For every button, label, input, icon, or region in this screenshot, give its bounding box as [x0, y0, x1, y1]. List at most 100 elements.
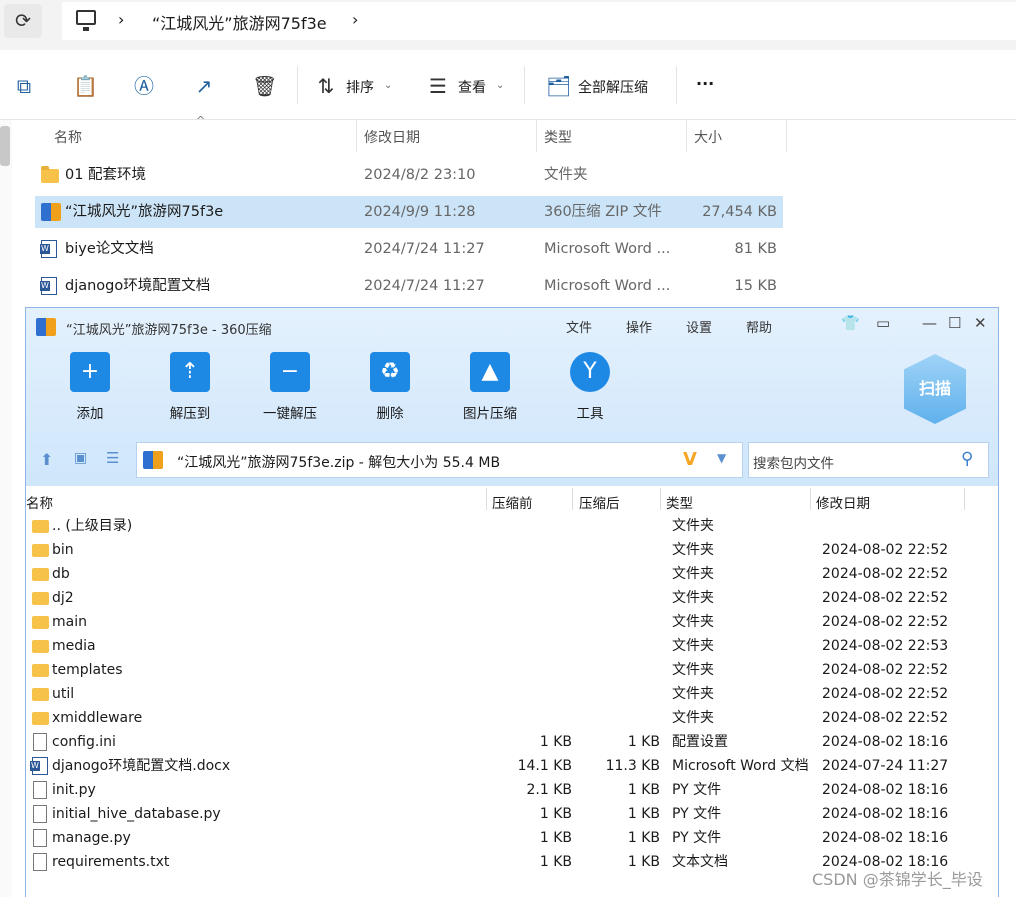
- archive-size-after: 11.3 KB: [605, 758, 660, 774]
- breadcrumb-folder[interactable]: “江城风光”旅游网75f3e: [152, 10, 327, 34]
- inner-header-after[interactable]: 压缩后: [579, 492, 620, 512]
- delete-button[interactable]: ♻ 删除: [340, 352, 440, 422]
- path-input[interactable]: “江城风光”旅游网75f3e.zip - 解包大小为 55.4 MB V ▼: [136, 442, 743, 478]
- column-divider[interactable]: [536, 120, 537, 152]
- menu-operate[interactable]: 操作: [626, 317, 652, 336]
- column-header-name[interactable]: 名称: [54, 127, 82, 147]
- add-button-label: 添加: [76, 406, 104, 422]
- column-header-date[interactable]: 修改日期: [364, 127, 420, 147]
- inner-header-before[interactable]: 压缩前: [492, 492, 533, 512]
- search-icon[interactable]: ⚲: [961, 449, 973, 469]
- file-size: 81 KB: [734, 241, 777, 257]
- tools-button[interactable]: Y 工具: [540, 352, 640, 422]
- zip-file-icon: [143, 451, 163, 469]
- archive-size-before: 2.1 KB: [526, 782, 573, 798]
- archive-file-name: init.py: [52, 782, 96, 798]
- word-doc-icon: [30, 757, 48, 775]
- menu-settings[interactable]: 设置: [686, 317, 712, 336]
- archive-row[interactable]: db 文件夹 2024-08-02 22:52: [26, 562, 998, 586]
- close-icon[interactable]: ✕: [974, 314, 987, 332]
- minimize-icon[interactable]: —: [922, 314, 937, 332]
- search-input[interactable]: 搜索包内文件 ⚲: [748, 442, 989, 478]
- archive-file-date: 2024-08-02 22:52: [822, 590, 949, 606]
- breadcrumb-separator-end[interactable]: ›: [352, 10, 358, 29]
- archive-file-type: 文件夹: [672, 686, 714, 702]
- archive-file-date: 2024-08-02 22:52: [822, 542, 949, 558]
- rename-icon[interactable]: Ⓐ: [132, 74, 156, 98]
- share-icon[interactable]: ↗: [192, 74, 216, 98]
- image-compress-button[interactable]: ▲ 图片压缩: [440, 352, 540, 422]
- scrollbar-thumb[interactable]: [0, 126, 10, 166]
- view-icon[interactable]: ☰: [426, 74, 450, 98]
- sort-chevron-down-icon[interactable]: ⌄: [384, 80, 392, 91]
- archive-file-type: PY 文件: [672, 806, 722, 822]
- file-row[interactable]: “江城风光”旅游网75f3e 2024/9/9 11:28 360压缩 ZIP 文件…: [35, 196, 783, 228]
- sort-icon[interactable]: ⇅: [314, 74, 338, 98]
- vip-icon[interactable]: V: [683, 449, 697, 470]
- archive-row[interactable]: init.py 2.1 KB 1 KB PY 文件 2024-08-02 18:16: [26, 778, 998, 802]
- archive-row[interactable]: manage.py 1 KB 1 KB PY 文件 2024-08-02 18:16: [26, 826, 998, 850]
- this-pc-icon[interactable]: [76, 10, 96, 31]
- up-level-icon[interactable]: ⬆: [40, 450, 53, 469]
- extract-all-icon[interactable]: 🗂: [546, 74, 571, 98]
- archive-row[interactable]: config.ini 1 KB 1 KB 配置设置 2024-08-02 18:16: [26, 730, 998, 754]
- archive-row[interactable]: bin 文件夹 2024-08-02 22:52: [26, 538, 998, 562]
- feedback-icon[interactable]: ▭: [876, 314, 890, 332]
- file-row[interactable]: biye论文文档 2024/7/24 11:27 Microsoft Word ..…: [35, 233, 783, 265]
- refresh-button[interactable]: ⟳: [4, 4, 42, 38]
- column-divider[interactable]: [786, 120, 787, 152]
- view-chevron-down-icon[interactable]: ⌄: [496, 80, 504, 91]
- one-click-extract-icon: −: [270, 352, 310, 392]
- delete-icon[interactable]: 🗑: [252, 74, 277, 98]
- archive-row[interactable]: .. (上级目录) 文件夹: [26, 514, 998, 538]
- column-divider[interactable]: [660, 488, 661, 510]
- word-doc-icon: [40, 240, 57, 258]
- file-row[interactable]: djanogo环境配置文档 2024/7/24 11:27 Microsoft Wo…: [35, 270, 783, 302]
- sort-button[interactable]: 排序: [346, 77, 374, 97]
- column-divider[interactable]: [486, 488, 487, 510]
- archive-row[interactable]: util 文件夹 2024-08-02 22:52: [26, 682, 998, 706]
- archive-row[interactable]: main 文件夹 2024-08-02 22:52: [26, 610, 998, 634]
- maximize-icon[interactable]: ☐: [948, 314, 961, 332]
- archive-file-name: util: [52, 686, 75, 702]
- file-row[interactable]: 01 配套环境 2024/8/2 23:10 文件夹: [35, 159, 783, 191]
- breadcrumb-separator[interactable]: ›: [118, 10, 124, 29]
- extract-all-button[interactable]: 全部解压缩: [578, 77, 648, 97]
- archive-file-name: bin: [52, 542, 74, 558]
- thumbnail-view-icon[interactable]: ▣: [74, 450, 87, 466]
- archive-file-date: 2024-08-02 22:52: [822, 614, 949, 630]
- file-icon: [33, 781, 47, 799]
- column-header-size[interactable]: 大小: [694, 127, 722, 147]
- file-size: 15 KB: [734, 278, 777, 294]
- more-options-button[interactable]: ···: [696, 74, 714, 93]
- inner-header-date[interactable]: 修改日期: [816, 492, 870, 512]
- menu-help[interactable]: 帮助: [746, 317, 772, 336]
- one-click-extract-button[interactable]: − 一键解压: [240, 352, 340, 422]
- archive-row[interactable]: djanogo环境配置文档.docx 14.1 KB 11.3 KB Microsof…: [26, 754, 998, 778]
- archive-file-name: templates: [52, 662, 123, 678]
- archive-row[interactable]: media 文件夹 2024-08-02 22:53: [26, 634, 998, 658]
- inner-header-name[interactable]: 名称: [26, 492, 53, 512]
- path-dropdown-icon[interactable]: ▼: [717, 451, 726, 465]
- file-type: 文件夹: [544, 167, 588, 183]
- extract-to-button[interactable]: ⇡ 解压到: [140, 352, 240, 422]
- view-button[interactable]: 查看: [458, 77, 486, 97]
- column-header-type[interactable]: 类型: [544, 127, 572, 147]
- column-divider[interactable]: [572, 488, 573, 510]
- archive-row[interactable]: xmiddleware 文件夹 2024-08-02 22:52: [26, 706, 998, 730]
- column-divider[interactable]: [686, 120, 687, 152]
- copy-icon[interactable]: ⧉: [12, 74, 36, 98]
- inner-header-type[interactable]: 类型: [666, 492, 693, 512]
- column-divider[interactable]: [810, 488, 811, 510]
- list-view-icon[interactable]: ☰: [106, 449, 119, 467]
- menu-file[interactable]: 文件: [566, 317, 592, 336]
- archive-row[interactable]: dj2 文件夹 2024-08-02 22:52: [26, 586, 998, 610]
- column-divider[interactable]: [964, 488, 965, 510]
- archive-row[interactable]: initial_hive_database.py 1 KB 1 KB PY 文件 202…: [26, 802, 998, 826]
- delete-label: 删除: [376, 406, 404, 422]
- skin-icon[interactable]: 👕: [841, 314, 860, 332]
- archive-row[interactable]: templates 文件夹 2024-08-02 22:52: [26, 658, 998, 682]
- column-divider[interactable]: [356, 120, 357, 152]
- paste-icon[interactable]: 📋: [73, 74, 98, 98]
- add-button[interactable]: + 添加: [40, 352, 140, 422]
